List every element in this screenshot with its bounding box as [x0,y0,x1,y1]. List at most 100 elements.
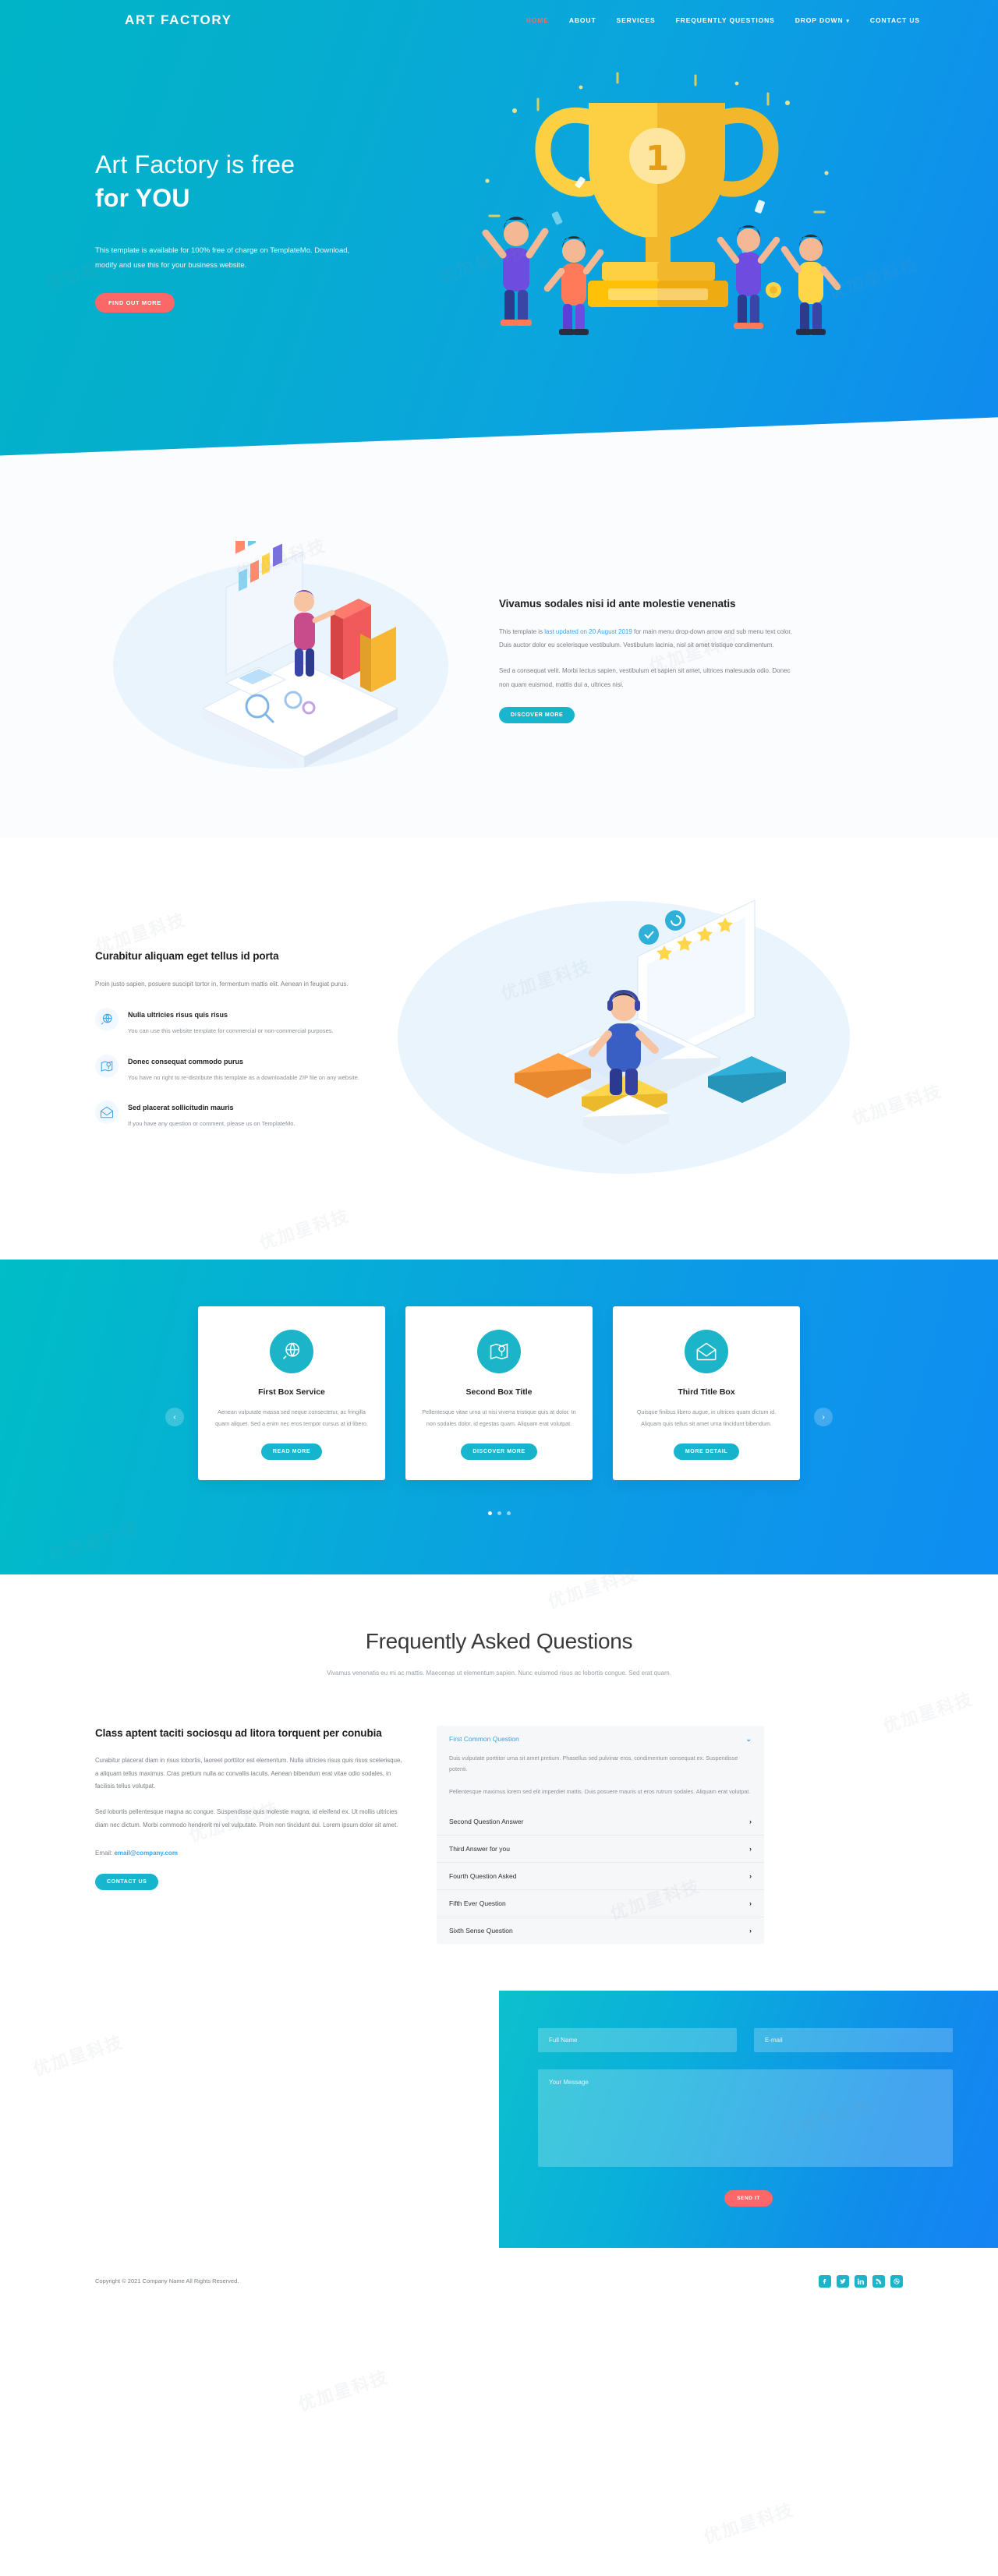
faq-left-heading: Class aptent taciti sociosqu ad litora t… [95,1726,382,1739]
feature-title-3: Sed placerat sollicitudin mauris [128,1104,234,1112]
accordion-question-5: Fifth Ever Question [449,1899,506,1908]
service-title-2: Second Box Title [465,1387,533,1397]
nav-item-contact-us[interactable]: CONTACT US [870,16,920,24]
mail-open-icon [685,1330,728,1373]
accordion-header-1[interactable]: First Common Question ⌄ [437,1726,764,1753]
carousel-dot-2[interactable] [497,1511,501,1516]
hero-trophy-illustration: 1 [421,56,904,493]
chevron-down-icon: ⌄ [745,1734,752,1743]
faq-title: Frequently Asked Questions [365,1629,633,1654]
carousel-next-button[interactable]: › [814,1408,833,1427]
service-cta-3[interactable]: MORE DETAIL [673,1443,740,1461]
feature-desc-1: You can use this website template for co… [128,1027,334,1034]
find-out-more-button[interactable]: FIND OUT MORE [95,292,175,313]
service-box-2[interactable]: Second Box Title Pellentesque vitae urna… [405,1306,593,1481]
contact-us-button[interactable]: CONTACT US [95,1873,159,1890]
feature-item-1: Nulla ultricies risus quis risus You can… [95,1007,390,1037]
map-pin-icon [95,1054,119,1078]
discover-more-button[interactable]: DISCOVER MORE [499,706,575,723]
faq-left-paragraph-1: Curabitur placerat diam in risus loborti… [95,1756,402,1790]
accordion-answer-1a: Duis vulputate porttitor urna sit amet p… [449,1754,738,1773]
facebook-icon[interactable] [819,2274,831,2288]
nav-item-home[interactable]: HOME [526,16,549,24]
dribbble-icon[interactable] [890,2274,903,2288]
feature-item-2: Donec consequat commodo purus You have n… [95,1054,390,1084]
email-label: Email: [95,1849,113,1857]
accordion-header-2[interactable]: Second Question Answer › [437,1808,764,1836]
contact-section: SEND IT [0,1991,998,2249]
feature-text-1: Nulla ultricies risus quis risus You can… [128,1008,334,1037]
services-boxes: First Box Service Aenean vulputate massa… [78,1306,920,1481]
about-illustration [78,496,468,779]
person-third [717,225,780,329]
feature-text-3: Sed placerat sollicitudin mauris If you … [128,1101,296,1130]
features-row: Curabitur aliquam eget tellus id porta P… [78,818,920,1197]
features-copy: Curabitur aliquam eget tellus id porta P… [78,949,390,1130]
carousel-dot-1[interactable] [487,1511,492,1516]
faq-left-column: Class aptent taciti sociosqu ad litora t… [78,1726,405,1944]
nav-item-services[interactable]: SERVICES [617,16,656,24]
trophy-number: 1 [646,139,670,178]
carousel-dot-3[interactable] [506,1511,511,1516]
faq-subtitle: Vivamus venenatis eu mi ac mattis. Maece… [327,1670,671,1677]
full-name-input[interactable] [538,2028,737,2053]
chevron-right-icon: › [749,1927,752,1935]
services-carousel-section: ‹ › First Box Service Aenean vulputate m… [0,1260,998,1575]
service-desc-1: Aenean vulputate massa sed neque consect… [215,1408,368,1428]
desk-scene-svg [398,818,850,1174]
contact-email-line: Email: email@company.com [95,1850,405,1857]
service-title-1: First Box Service [258,1387,325,1397]
features-section: Curabitur aliquam eget tellus id porta P… [0,818,998,1260]
footer-inner: Copyright © 2021 Company Name All Rights… [78,2248,920,2314]
chevron-right-icon: › [749,1872,752,1881]
service-cta-1[interactable]: READ MORE [260,1443,323,1461]
hero-paragraph: This template is available for 100% free… [95,246,350,270]
feature-title-2: Donec consequat commodo purus [128,1057,244,1065]
message-textarea[interactable] [538,2069,953,2168]
service-box-3[interactable]: Third Title Box Quisque finibus libero a… [613,1306,800,1481]
copyright-text: Copyright © 2021 Company Name All Rights… [95,2277,239,2285]
about-paragraph-1: This template is last updated on 20 Augu… [499,625,795,652]
send-it-button[interactable]: SEND IT [724,2190,773,2207]
accordion-header-3[interactable]: Third Answer for you › [437,1836,764,1864]
contact-left-blank [0,1991,499,2248]
nav-item-frequently-questions[interactable]: FREQUENTLY QUESTIONS [676,16,775,24]
watermark: 优加星科技 [296,2367,391,2415]
nav-item-about[interactable]: ABOUT [569,16,596,24]
accordion-header-5[interactable]: Fifth Ever Question › [437,1890,764,1918]
carousel-prev-button[interactable]: ‹ [165,1408,184,1427]
accordion-header-4[interactable]: Fourth Question Asked › [437,1863,764,1891]
magnifier-globe-icon [270,1330,313,1373]
site-logo[interactable]: ART FACTORY [125,12,232,28]
feature-item-3: Sed placerat sollicitudin mauris If you … [95,1101,390,1130]
email-input[interactable] [754,2028,953,2053]
accordion-question-3: Third Answer for you [449,1845,510,1853]
features-heading: Curabitur aliquam eget tellus id porta [95,949,279,962]
about-p1-before: This template is [499,628,545,636]
about-update-link[interactable]: last updated on 20 August 2019 [544,628,632,635]
nav-item-drop-down[interactable]: DROP DOWN ▾ [795,16,850,24]
faq-row: Class aptent taciti sociosqu ad litora t… [78,1725,920,1945]
feature-title-1: Nulla ultricies risus quis risus [128,1010,228,1019]
linkedin-icon[interactable] [855,2274,867,2288]
contact-form-row [538,2028,959,2053]
nav-dropdown-label: DROP DOWN [795,16,844,24]
accordion-question-2: Second Question Answer [449,1818,524,1826]
features-intro: Proin justo sapien, posuere suscipit tor… [95,980,349,988]
about-paragraph-2: Sed a consequat velit. Morbi lectus sapi… [499,667,791,688]
chevron-down-icon: ▾ [846,19,850,24]
about-heading: Vivamus sodales nisi id ante molestie ve… [499,598,736,610]
service-box-1[interactable]: First Box Service Aenean vulputate massa… [198,1306,385,1481]
carousel-dots [0,1511,998,1516]
service-cta-2[interactable]: DISCOVER MORE [461,1443,537,1461]
email-link[interactable]: email@company.com [114,1850,177,1857]
accordion-question-6: Sixth Sense Question [449,1927,513,1935]
accordion-header-6[interactable]: Sixth Sense Question › [437,1917,764,1944]
service-desc-2: Pellentesque vitae urna ut nisi viverra … [422,1408,576,1428]
chevron-right-icon: › [749,1899,752,1908]
hero-section: ART FACTORY HOME ABOUT SERVICES FREQUENT… [0,0,998,514]
service-desc-3: Quisque finibus libero augue, in ultrice… [636,1408,777,1428]
rss-icon[interactable] [872,2274,885,2288]
twitter-icon[interactable] [837,2274,849,2288]
send-button-wrap: SEND IT [538,2189,959,2207]
